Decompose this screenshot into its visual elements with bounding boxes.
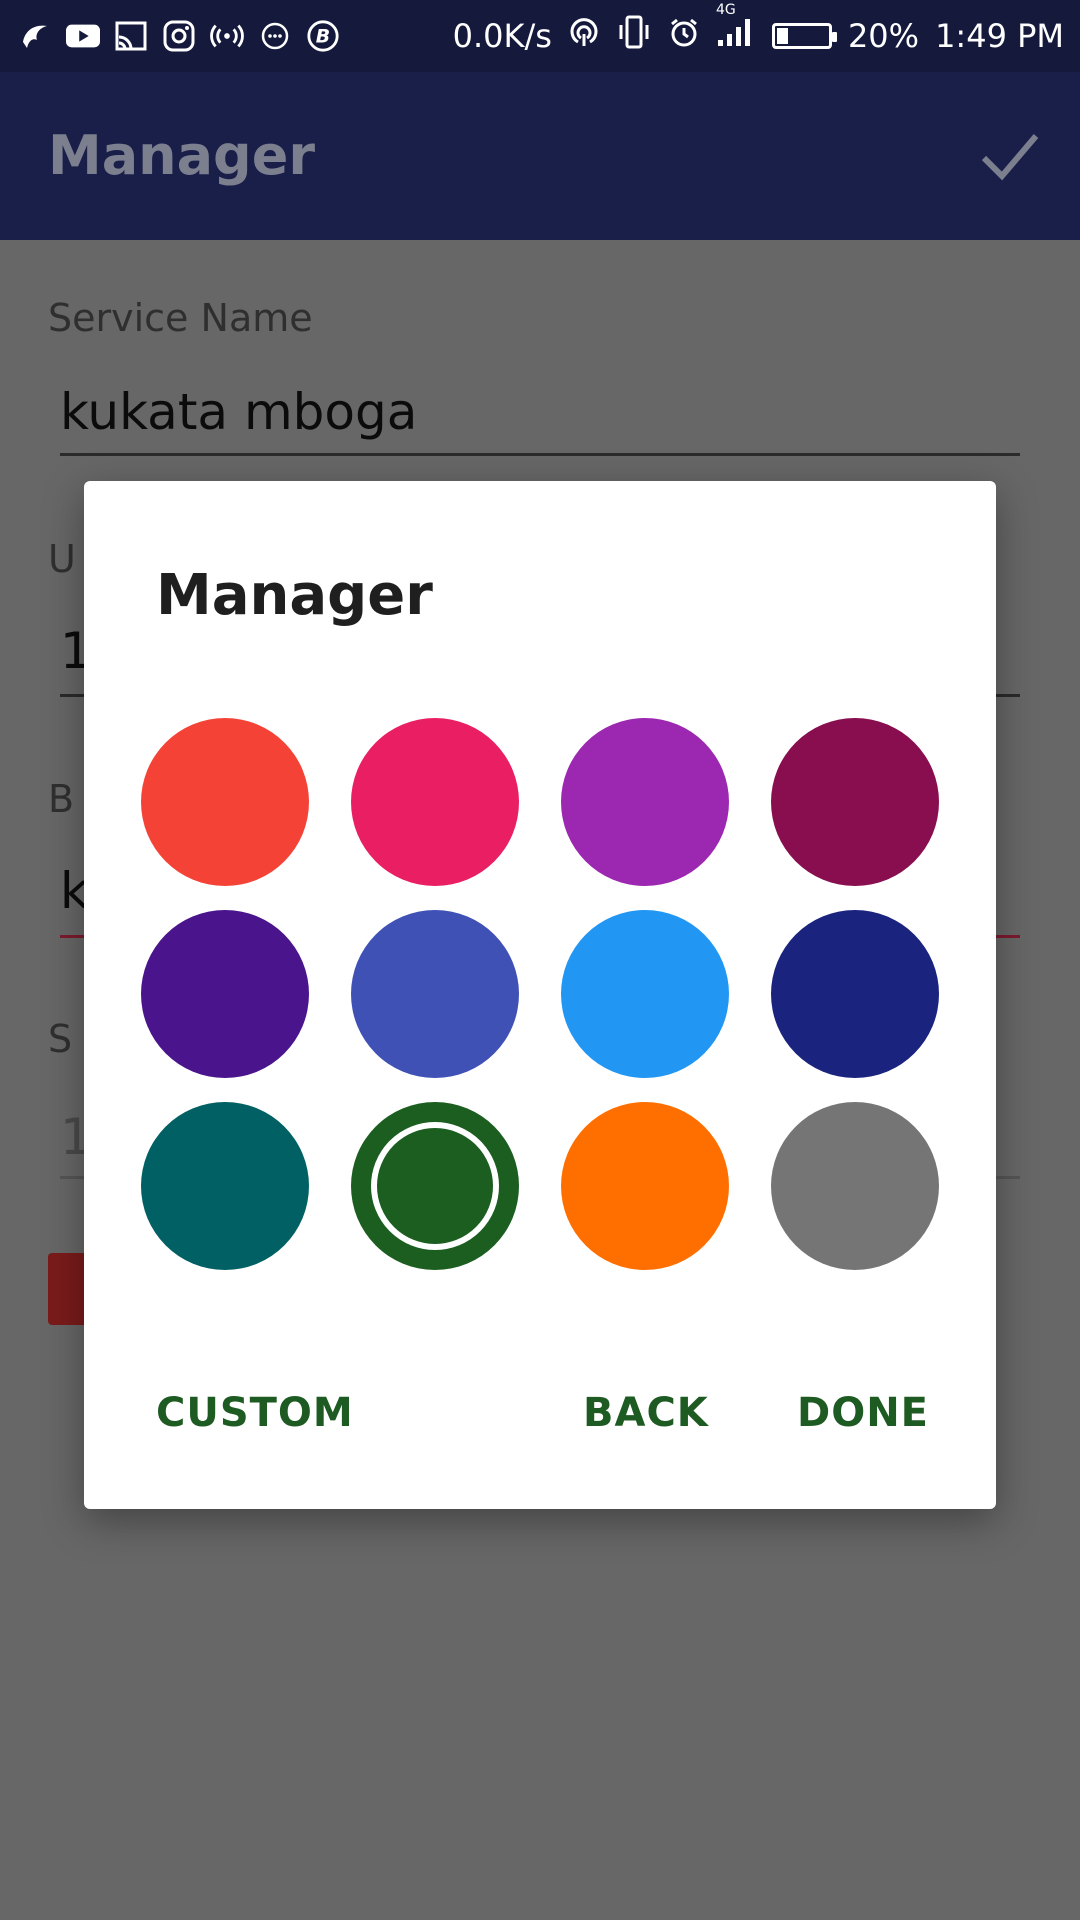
sync-icon	[568, 16, 600, 56]
color-swatch-green[interactable]	[351, 1102, 519, 1270]
clock: 1:49 PM	[935, 17, 1064, 55]
battery-icon	[771, 23, 837, 49]
color-swatch-deep-purple[interactable]	[141, 910, 309, 1078]
youtube-icon	[66, 19, 100, 53]
custom-button[interactable]: CUSTOM	[156, 1390, 354, 1436]
network-type: 4G	[715, 2, 736, 18]
done-button[interactable]: DONE	[797, 1390, 929, 1436]
vibrate-icon	[616, 15, 652, 57]
instagram-icon	[162, 19, 196, 53]
status-bar: B 0.0K/s 4G 20% 1:49 PM	[0, 0, 1080, 72]
app-bar: Manager	[0, 72, 1080, 240]
hotspot-icon	[210, 19, 244, 53]
svg-text:B: B	[316, 26, 330, 48]
notification-icons: B	[0, 19, 340, 53]
color-swatch-maroon[interactable]	[771, 718, 939, 886]
color-picker-dialog: Manager CUSTOM BACK DONE	[84, 481, 996, 1509]
field4-label: S	[48, 1017, 73, 1061]
signal-icon: 4G	[716, 2, 756, 56]
dialog-title: Manager	[156, 563, 433, 628]
color-swatch-orange[interactable]	[561, 1102, 729, 1270]
b-icon: B	[306, 19, 340, 53]
color-swatch-teal[interactable]	[141, 1102, 309, 1270]
cast-icon	[114, 19, 148, 53]
alarm-icon	[668, 16, 700, 56]
back-button[interactable]: BACK	[583, 1390, 709, 1436]
color-swatch-blue[interactable]	[561, 910, 729, 1078]
field2-label: U	[48, 537, 76, 581]
check-icon[interactable]	[980, 128, 1040, 184]
app-icon	[18, 19, 52, 53]
selected-ring-indicator	[371, 1122, 499, 1250]
system-status: 0.0K/s 4G 20% 1:49 PM	[452, 2, 1080, 57]
service-name-field[interactable]: kukata mboga	[60, 383, 417, 441]
color-swatch-red[interactable]	[141, 718, 309, 886]
color-swatch-grey[interactable]	[771, 1102, 939, 1270]
service-name-label: Service Name	[48, 296, 313, 340]
field-underline	[60, 453, 1020, 456]
battery-percent: 20%	[847, 17, 920, 55]
color-swatch-purple[interactable]	[561, 718, 729, 886]
app-title: Manager	[48, 124, 315, 187]
color-swatch-pink[interactable]	[351, 718, 519, 886]
color-swatch-indigo[interactable]	[351, 910, 519, 1078]
network-speed: 0.0K/s	[452, 17, 552, 55]
message-icon	[258, 19, 292, 53]
field3-label: B	[48, 777, 75, 821]
color-swatch-dark-indigo[interactable]	[771, 910, 939, 1078]
